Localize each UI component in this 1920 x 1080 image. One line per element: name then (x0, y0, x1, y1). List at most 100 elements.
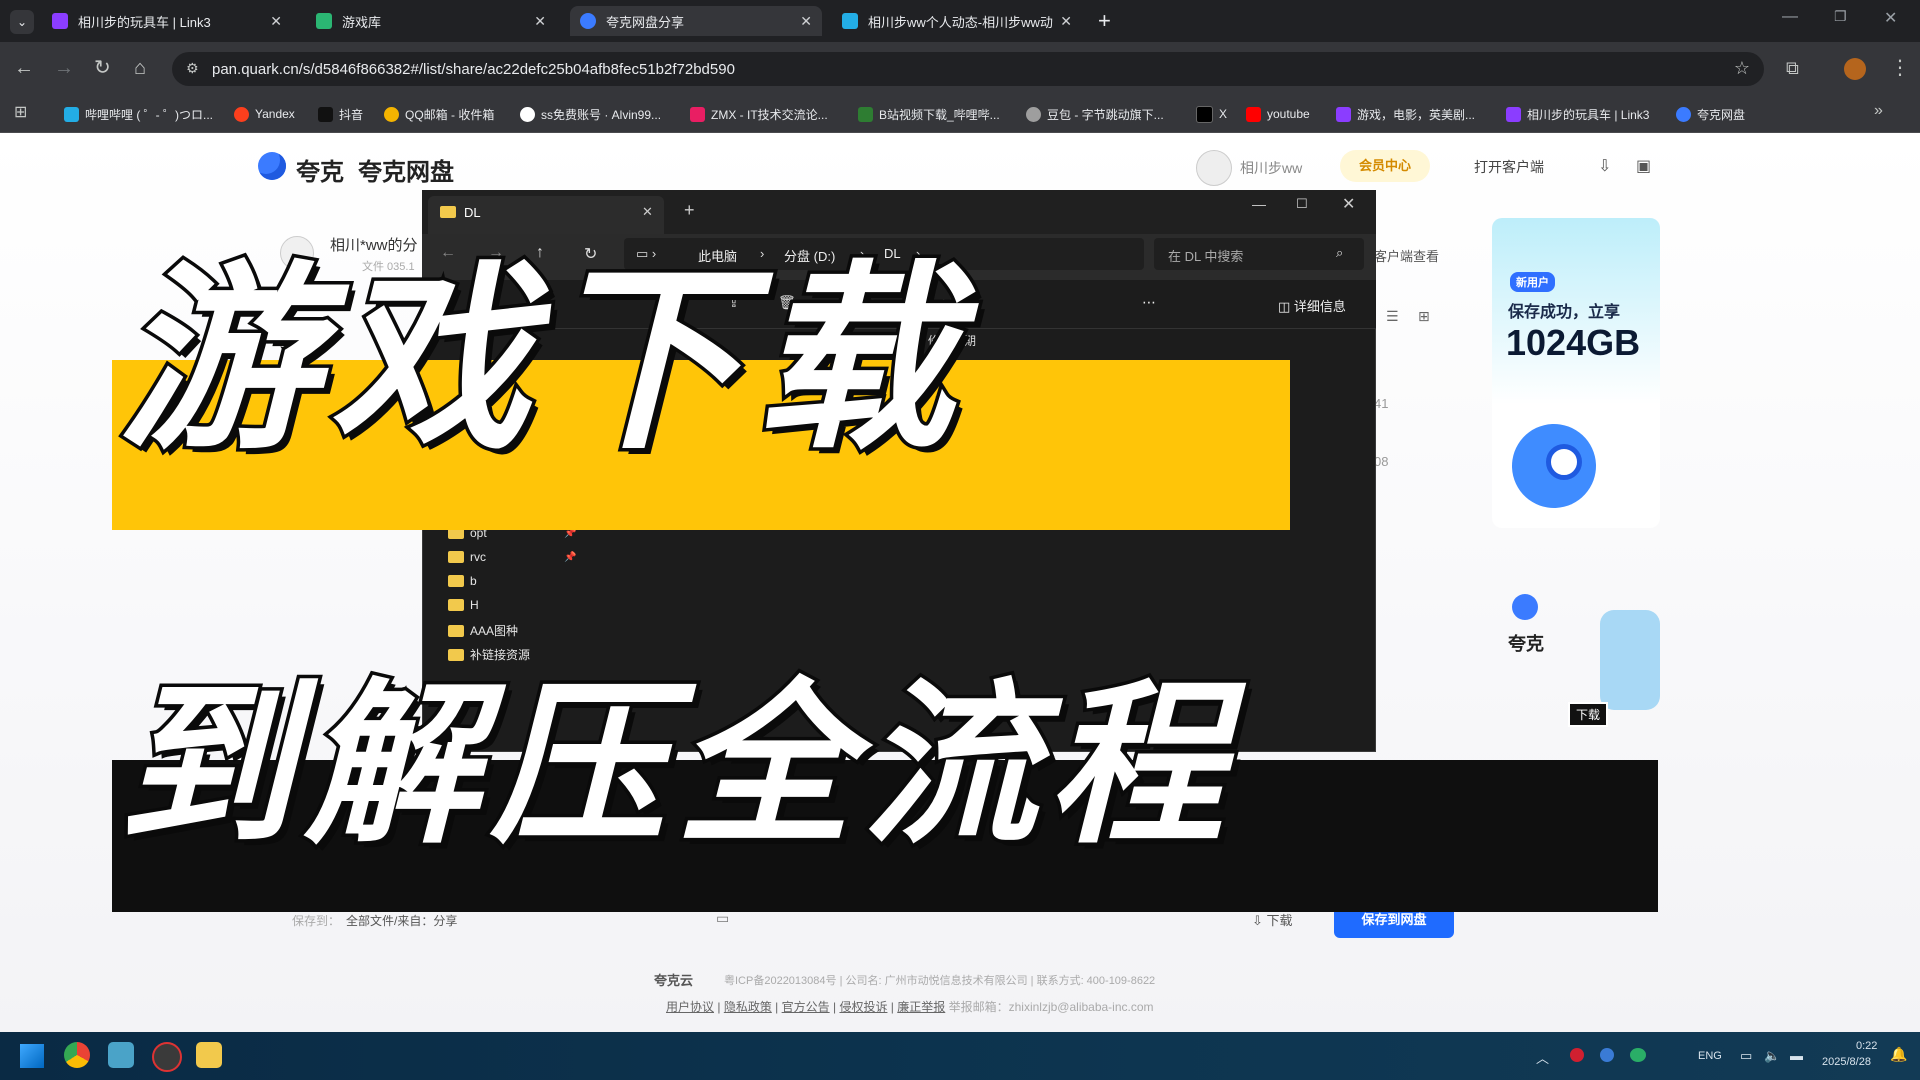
explorer-tab-close-icon[interactable]: ✕ (642, 204, 653, 220)
bookmark-link3[interactable]: 相川步的玩具车 | Link3 (1506, 102, 1649, 126)
recorder-taskbar-icon[interactable] (152, 1042, 182, 1072)
vip-center-button[interactable]: 会员中心 (1340, 150, 1430, 182)
tray-user-icon[interactable] (1600, 1048, 1614, 1062)
bookmarks-overflow-icon[interactable]: » (1874, 102, 1883, 120)
chrome-taskbar-icon[interactable] (64, 1042, 90, 1068)
bili-download-icon (858, 106, 873, 122)
menu-kebab-icon[interactable]: ⋮ (1890, 58, 1910, 78)
apps-grid-icon[interactable]: ⊞ (14, 102, 27, 122)
profile-avatar[interactable] (1844, 58, 1866, 80)
tree-folder-aaa[interactable]: AAA图种 (448, 622, 518, 639)
quark-side-logo-icon (1512, 594, 1538, 620)
bookmark-qqmail[interactable]: QQ邮箱 - 收件箱 (384, 102, 494, 126)
address-bar[interactable]: ⚙ pan.quark.cn/s/d5846f866382#/list/shar… (172, 52, 1764, 86)
explorer-tab-title: DL (464, 205, 481, 220)
close-tab-icon[interactable]: ✕ (270, 13, 282, 30)
bookmark-quark[interactable]: 夸克网盘 (1676, 102, 1745, 126)
folder-icon (448, 599, 464, 611)
list-view-icon[interactable]: ☰ (1386, 308, 1399, 325)
bookmark-zmx[interactable]: ZMX - IT技术交流论... (690, 102, 828, 126)
folder-picker-icon[interactable]: ▭ (716, 910, 729, 927)
bookmark-bili-download[interactable]: B站视频下载_哔哩哔... (858, 102, 1000, 126)
grid-view-icon[interactable]: ⊞ (1418, 308, 1430, 325)
more-options-icon[interactable]: ⋯ (1142, 294, 1156, 311)
tree-folder-rvc[interactable]: rvc (448, 550, 486, 564)
bookmark-youtube[interactable]: youtube (1246, 102, 1310, 126)
explorer-new-tab-icon[interactable]: + (684, 200, 695, 221)
bookmark-douyin[interactable]: 抖音 (318, 102, 363, 126)
minimize-icon[interactable]: — (1782, 8, 1798, 26)
home-icon[interactable]: ⌂ (134, 58, 146, 78)
tray-app-icon[interactable] (1570, 1048, 1584, 1062)
bookmark-ss-account[interactable]: ss免费账号 · Alvin99... (520, 102, 661, 126)
reload-icon[interactable]: ↻ (94, 58, 111, 78)
folder-label: rvc (470, 550, 486, 564)
bookmark-yandex[interactable]: Yandex (234, 102, 295, 126)
user-avatar[interactable] (1196, 150, 1232, 186)
game-library-favicon-icon (316, 13, 332, 29)
explorer-close-icon[interactable]: ✕ (1342, 194, 1355, 214)
clock-time[interactable]: 0:22 (1856, 1040, 1877, 1052)
bookmark-star-icon[interactable]: ☆ (1734, 58, 1750, 79)
new-tab-button[interactable]: + (1098, 8, 1111, 34)
tree-folder-b[interactable]: b (448, 574, 477, 588)
tab-search-button[interactable]: ⌄ (10, 10, 34, 34)
close-tab-icon[interactable]: ✕ (800, 13, 812, 30)
restore-icon[interactable]: ❐ (1834, 8, 1847, 25)
bookmark-x[interactable]: X (1196, 102, 1227, 126)
bookmark-bilibili[interactable]: 哔哩哔哩 ( ゜- ゜)つロ... (64, 102, 213, 126)
tray-overflow-icon[interactable]: ︿ (1536, 1048, 1549, 1067)
details-pane-button[interactable]: ◫ 详细信息 (1278, 296, 1346, 315)
explorer-maximize-icon[interactable]: ☐ (1296, 196, 1308, 212)
footer-link-integrity[interactable]: 廉正举报 (897, 1000, 945, 1014)
close-tab-icon[interactable]: ✕ (1060, 13, 1072, 30)
close-tab-icon[interactable]: ✕ (534, 13, 546, 30)
download-button[interactable]: ⇩ 下载 (1252, 910, 1293, 929)
bookmark-doubao[interactable]: 豆包 - 字节跳动旗下... (1026, 102, 1164, 126)
forward-icon[interactable]: → (54, 58, 74, 78)
client-view-link[interactable]: 客户端查看 (1374, 246, 1439, 265)
footer-icp: 粤ICP备2022013084号 | 公司名: 广州市动悦信息技术有限公司 | … (724, 975, 1156, 987)
battery-icon[interactable]: ▬ (1790, 1048, 1803, 1063)
footer-link-announcement[interactable]: 官方公告 (782, 1000, 830, 1014)
file-explorer-taskbar-icon[interactable] (196, 1042, 222, 1068)
tab-link3[interactable]: 相川步的玩具车 | Link3 ✕ (42, 6, 292, 36)
save-path[interactable]: 全部文件/来自：分享 (346, 912, 457, 929)
bookmark-label: youtube (1267, 107, 1310, 121)
app-taskbar-icon[interactable] (108, 1042, 134, 1068)
tree-folder-h[interactable]: H (448, 598, 479, 612)
url-text: pan.quark.cn/s/d5846f866382#/list/share/… (212, 60, 735, 78)
input-language[interactable]: ENG (1698, 1050, 1722, 1062)
footer-link-user-agreement[interactable]: 用户协议 (666, 1000, 714, 1014)
username[interactable]: 相川步ww (1240, 158, 1302, 178)
window-close-icon[interactable]: ✕ (1884, 8, 1897, 28)
bilibili-icon (64, 106, 79, 122)
tab-game-library[interactable]: 游戏库 ✕ (306, 6, 556, 36)
back-icon[interactable]: ← (14, 58, 34, 78)
extensions-icon[interactable]: ⧉ (1786, 58, 1799, 78)
folder-label: b (470, 574, 477, 588)
volume-icon[interactable]: 🔈 (1764, 1048, 1780, 1064)
clock-date[interactable]: 2025/8/28 (1822, 1056, 1871, 1068)
start-icon[interactable] (20, 1044, 44, 1068)
tab-quark-share[interactable]: 夸克网盘分享 ✕ (570, 6, 822, 36)
download-client-icon[interactable]: ⇩ (1598, 156, 1611, 176)
explorer-minimize-icon[interactable]: — (1252, 196, 1266, 212)
footer-link-infringement[interactable]: 侵权投诉 (839, 1000, 887, 1014)
quark-product-title: 夸克网盘 (358, 159, 454, 186)
footer-link-privacy[interactable]: 隐私政策 (724, 1000, 772, 1014)
tab-bilibili-space[interactable]: 相川步ww个人动态-相川步ww动 ✕ (832, 6, 1082, 36)
bookmark-label: B站视频下载_哔哩哔... (879, 107, 1000, 122)
open-client-link[interactable]: 打开客户端 (1474, 157, 1544, 177)
small-download-label[interactable]: 下载 (1568, 702, 1609, 727)
notification-icon[interactable]: 🔔 (1890, 1046, 1907, 1063)
wechat-tray-icon[interactable] (1630, 1048, 1646, 1062)
bookmark-games-movies[interactable]: 游戏，电影，英美剧... (1336, 102, 1475, 126)
quark-icon (1676, 106, 1691, 122)
mascot-image (1600, 610, 1660, 710)
site-info-icon[interactable]: ⚙ (186, 60, 199, 77)
bookmark-label: ss免费账号 · Alvin99... (541, 107, 662, 122)
promo-big: 1024GB (1506, 322, 1641, 363)
screen-icon[interactable]: ▣ (1636, 156, 1651, 176)
network-icon[interactable]: ▭ (1740, 1048, 1752, 1064)
